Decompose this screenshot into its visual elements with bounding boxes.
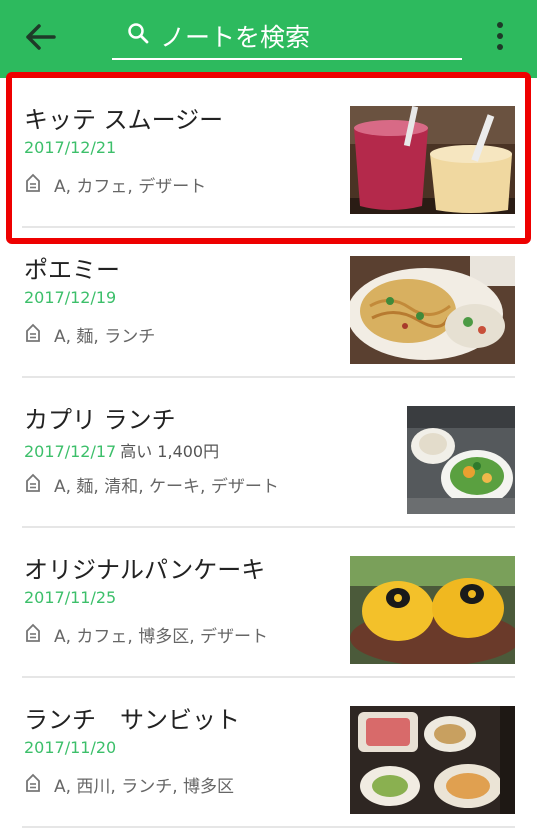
pancake-photo <box>350 556 515 664</box>
note-list-item[interactable]: オリジナルパンケーキ 2017/11/25 A, カフェ, 博多区, デザート <box>0 528 537 678</box>
search-placeholder: ノートを検索 <box>160 23 311 52</box>
note-tags: A, カフェ, デザート <box>54 177 207 197</box>
smoothie-photo <box>350 106 515 214</box>
note-list-item[interactable]: キッテ スムージー 2017/12/21 A, カフェ, デザート <box>0 78 537 228</box>
note-tags: A, カフェ, 博多区, デザート <box>54 627 269 647</box>
tag-icon <box>26 323 40 342</box>
note-title: カプリ ランチ <box>24 406 176 434</box>
note-date-line: 2017/11/25 <box>24 588 120 607</box>
note-date: 2017/12/21 <box>24 138 117 157</box>
note-list-item[interactable]: ポエミー 2017/12/19 A, 麺, ランチ <box>0 228 537 378</box>
note-date-line: 2017/11/20 <box>24 738 120 757</box>
tag-icon <box>26 623 40 642</box>
note-date-line: 2017/12/21 <box>24 138 120 157</box>
note-tags: A, 麺, 清和, ケーキ, デザート <box>54 477 279 497</box>
more-vertical-icon[interactable] <box>490 20 510 52</box>
search-icon <box>128 23 149 44</box>
note-title: ポエミー <box>24 256 120 284</box>
list-divider <box>22 826 515 828</box>
note-title: ランチ サンビット <box>24 706 240 734</box>
tag-icon <box>26 173 40 192</box>
note-date-line: 2017/12/19 <box>24 288 120 307</box>
notes-list: キッテ スムージー 2017/12/21 A, カフェ, デザート ポエミー 2… <box>0 78 537 828</box>
tag-icon <box>26 473 40 492</box>
note-date: 2017/11/25 <box>24 588 117 607</box>
note-extra: 高い 1,400円 <box>120 442 220 461</box>
note-tags: A, 西川, ランチ, 博多区 <box>54 777 235 797</box>
search-input[interactable]: ノートを検索 <box>112 12 462 60</box>
note-date-line: 2017/12/17 高い 1,400円 <box>24 438 219 462</box>
tag-icon <box>26 773 40 792</box>
sashimi-lunch-photo <box>350 706 515 814</box>
note-tags: A, 麺, ランチ <box>54 327 156 347</box>
note-date: 2017/12/17 <box>24 442 117 461</box>
arrow-left-icon[interactable] <box>24 22 58 52</box>
note-list-item[interactable]: ランチ サンビット 2017/11/20 A, 西川, ランチ, 博多区 <box>0 678 537 828</box>
app-bar: ノートを検索 <box>0 0 537 78</box>
lunch-salad-photo <box>407 406 515 514</box>
note-date: 2017/11/20 <box>24 738 117 757</box>
note-title: キッテ スムージー <box>24 106 224 134</box>
note-list-item[interactable]: カプリ ランチ 2017/12/17 高い 1,400円 A, 麺, 清和, ケー… <box>0 378 537 528</box>
note-title: オリジナルパンケーキ <box>24 556 266 584</box>
pasta-photo <box>350 256 515 364</box>
note-date: 2017/12/19 <box>24 288 117 307</box>
